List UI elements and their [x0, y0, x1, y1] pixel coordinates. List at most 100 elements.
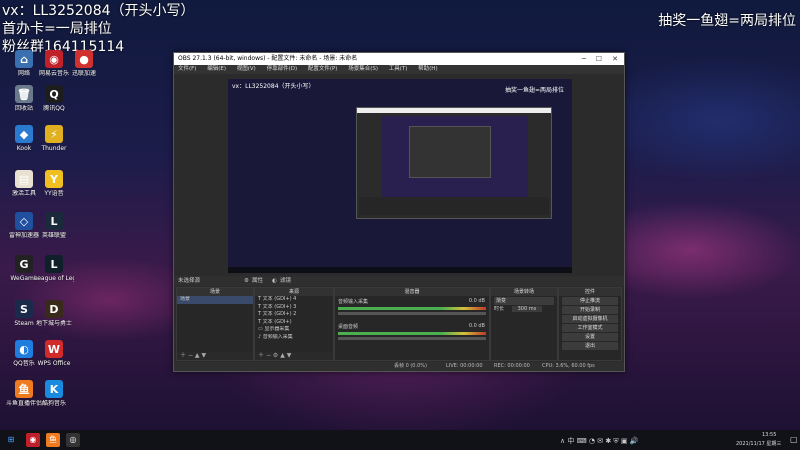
move-down-icon[interactable]: ▼ — [287, 352, 292, 359]
source-item[interactable]: T 文本 (GDI+) 3 — [255, 304, 333, 312]
close-icon[interactable]: ✕ — [612, 53, 618, 65]
gear-icon[interactable]: ⚙ — [244, 276, 249, 286]
app-icon: L — [45, 212, 63, 230]
add-icon[interactable]: ＋ — [180, 352, 186, 359]
remove-icon[interactable]: − — [188, 352, 193, 359]
preview-overlay-right: 抽奖一鱼翅=两局排位 — [504, 87, 564, 94]
douyu-taskbar-icon[interactable]: 鱼 — [46, 433, 60, 447]
start-icon[interactable]: ⊞ — [4, 433, 18, 447]
source-item-label: 文本 (GDI+) 4 — [262, 296, 297, 302]
desktop-icon[interactable]: Q 腾讯QQ — [34, 85, 74, 112]
obs-menubar: 文件(F) 编辑(E) 视图(V) 停靠部件(D) 配置文件(P) 场景集合(S… — [174, 65, 624, 74]
desktop-icon[interactable]: ● 迅联加速 — [64, 50, 104, 77]
start-recording-button[interactable]: 开始录制 — [562, 306, 618, 314]
menu-help[interactable]: 帮助(H) — [418, 66, 437, 72]
studio-mode-button[interactable]: 工作室模式 — [562, 324, 618, 332]
obs-preview[interactable]: vx：LL3252084（开头小写） 抽奖一鱼翅=两局排位 — [228, 79, 572, 273]
notification-icon[interactable]: ▢ — [790, 435, 798, 444]
start-virtual-camera-button[interactable]: 启动虚拟摄像机 — [562, 315, 618, 323]
overlay-line-wechat: vx：LL3252084（开头小写） — [2, 3, 195, 19]
settings-button[interactable]: 设置 — [562, 333, 618, 341]
filter-icon[interactable]: ◐ — [272, 276, 277, 286]
move-up-icon[interactable]: ▲ — [280, 352, 285, 359]
source-item-label: 文本 (GDI+) — [262, 318, 292, 325]
transition-select[interactable]: 渐变 — [494, 297, 554, 305]
menu-view[interactable]: 视图(V) — [237, 66, 256, 72]
taskbar: ⊞ ◉ 鱼 ◎ ∧ 中 ⌨ ◔ ✉ ✱ ⛨ ▣ 🔊 13:55 2021/11/… — [0, 430, 800, 450]
app-icon: Q — [45, 85, 63, 103]
menu-profile[interactable]: 配置文件(P) — [308, 66, 338, 72]
app-icon: K — [45, 380, 63, 398]
move-down-icon[interactable]: ▼ — [201, 352, 206, 359]
scene-item[interactable]: 场景 — [177, 296, 253, 304]
remove-icon[interactable]: − — [266, 352, 271, 359]
gear-icon[interactable]: ⚙ — [273, 352, 278, 359]
app-icon: ⌂ — [15, 50, 33, 68]
menu-file[interactable]: 文件(F) — [178, 66, 196, 72]
source-item[interactable]: T 文本 (GDI+) 2 — [255, 311, 333, 319]
app-icon: S — [15, 300, 33, 318]
obs-taskbar-icon[interactable]: ◎ — [66, 433, 80, 447]
menu-tools[interactable]: 工具(T) — [389, 66, 408, 72]
source-item[interactable]: ♪ 音频输入采集 — [255, 334, 333, 342]
dropped-frames: 丢帧 0 (0.0%) — [394, 363, 427, 369]
desktop-icon[interactable]: L 英雄联盟 — [34, 212, 74, 239]
menu-docks[interactable]: 停靠部件(D) — [267, 66, 298, 72]
source-item[interactable]: T 文本 (GDI+) — [255, 319, 333, 327]
menu-edit[interactable]: 编辑(E) — [207, 66, 226, 72]
controls-dock-title: 控件 — [559, 288, 621, 296]
duration-row: 时长 300 ms — [491, 306, 557, 314]
sources-dock-title: 来源 — [255, 288, 333, 296]
duration-label: 时长 — [494, 306, 505, 312]
rec-timer: REC: 00:00:00 — [494, 363, 530, 369]
desktop-icon[interactable]: Y YY语音 — [34, 170, 74, 197]
preview-taskbar — [228, 267, 572, 273]
app-icon: ◐ — [15, 340, 33, 358]
desktop-icon[interactable]: W WPS Office — [34, 340, 74, 367]
desktop-icon-label: 腾讯QQ — [43, 105, 65, 112]
desktop-icon[interactable]: K 酷狗音乐 — [34, 380, 74, 407]
volume-slider[interactable] — [338, 337, 486, 340]
clock-time[interactable]: 13:55 — [762, 432, 776, 438]
mixer-channel: 桌面音频 0.0 dB — [335, 317, 489, 330]
properties-button[interactable]: 属性 — [252, 276, 263, 286]
app-icon: D — [45, 300, 63, 318]
source-item-label: 音频输入采集 — [262, 333, 293, 340]
obs-titlebar[interactable]: OBS 27.1.3 (64-bit, windows) - 配置文件: 未命名… — [174, 53, 624, 65]
sources-dock-footer: ＋ − ⚙ ▲ ▼ — [255, 352, 333, 360]
desktop-icon-label: 地下城与勇士 — [35, 320, 72, 327]
clock-date[interactable]: 2021/11/17 星期三 — [736, 440, 781, 447]
mixer-channel-db: 0.0 dB — [468, 323, 485, 329]
app-icon: 🗑 — [15, 85, 33, 103]
stop-streaming-button[interactable]: 停止推流 — [562, 297, 618, 305]
desktop-icon[interactable]: D 地下城与勇士 — [34, 300, 74, 327]
app-icon: G — [15, 255, 33, 273]
add-icon[interactable]: ＋ — [258, 352, 264, 359]
filters-button[interactable]: 滤镜 — [280, 276, 291, 286]
obs-window[interactable]: OBS 27.1.3 (64-bit, windows) - 配置文件: 未命名… — [173, 52, 625, 372]
source-item[interactable]: T 文本 (GDI+) 4 — [255, 296, 333, 304]
desktop-icon[interactable]: ⚡ Thunder — [34, 125, 74, 152]
no-source-label: 未选择源 — [178, 278, 201, 284]
minimize-icon[interactable]: ─ — [582, 53, 586, 65]
maximize-icon[interactable]: ☐ — [596, 53, 602, 65]
source-item[interactable]: ▭ 显示器采集 — [255, 326, 333, 334]
obs-title: OBS 27.1.3 (64-bit, windows) - 配置文件: 未命名… — [178, 55, 358, 62]
desktop-icon-label: WPS Office — [37, 360, 71, 367]
desktop-icon[interactable]: L League of Legends — [34, 255, 74, 282]
exit-button[interactable]: 退出 — [562, 342, 618, 350]
desktop-icon-label: 英雄联盟 — [41, 232, 66, 239]
mixer-channel-name: 音频输入采集 — [338, 299, 369, 305]
system-tray[interactable]: ∧ 中 ⌨ ◔ ✉ ✱ ⛨ ▣ 🔊 — [560, 436, 638, 446]
nested-obs-window — [356, 107, 552, 219]
netease-music-taskbar-icon[interactable]: ◉ — [26, 433, 40, 447]
app-icon: 鱼 — [15, 380, 33, 398]
source-item-label: 显示器采集 — [264, 326, 290, 332]
overlay-line-card: 首办卡=一局排位 — [2, 21, 112, 37]
menu-scene-collection[interactable]: 场景集合(S) — [348, 66, 378, 72]
duration-input[interactable]: 300 ms — [511, 306, 543, 312]
app-icon: ⚡ — [45, 125, 63, 143]
volume-slider[interactable] — [338, 312, 486, 315]
live-timer: LIVE: 00:00:00 — [446, 363, 483, 369]
move-up-icon[interactable]: ▲ — [195, 352, 200, 359]
